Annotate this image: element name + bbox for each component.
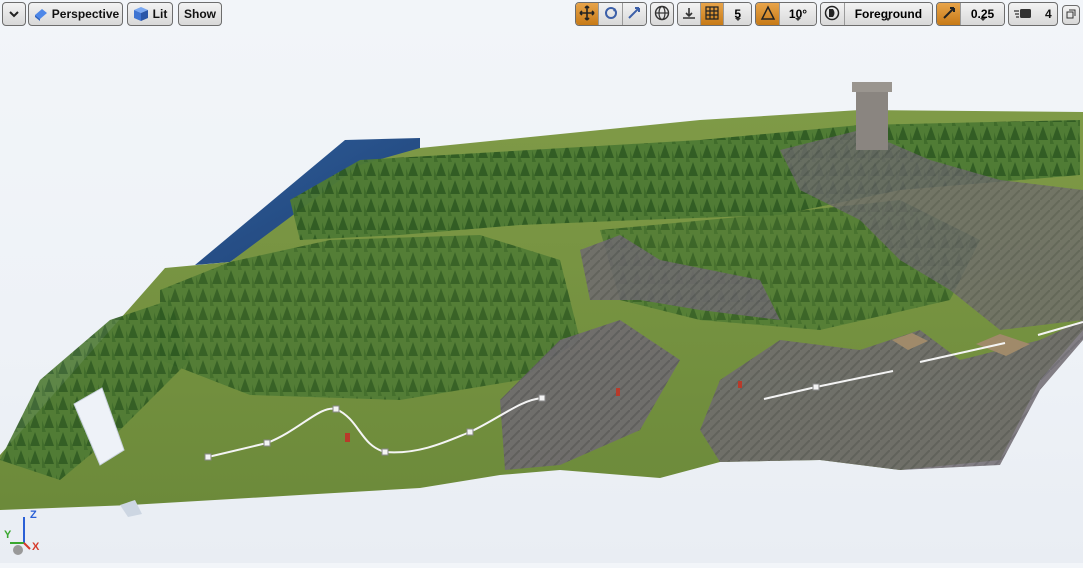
axis-z-label: Z — [30, 509, 37, 521]
perspective-button[interactable]: Perspective — [28, 2, 123, 26]
move-arrows-icon — [579, 4, 595, 24]
show-label: Show — [184, 7, 216, 21]
viewport-options-button[interactable] — [2, 2, 26, 26]
scale-snap-value[interactable]: 0.25 — [961, 3, 1004, 25]
scale-snap-group: 0.25 — [936, 2, 1005, 26]
actor-marker[interactable] — [738, 381, 742, 388]
scale-snap-icon — [941, 5, 957, 24]
globe-icon — [654, 5, 670, 24]
perspective-cube-icon — [32, 6, 48, 22]
maximize-icon — [1066, 8, 1076, 22]
perspective-label: Perspective — [51, 7, 120, 21]
actor-marker[interactable] — [345, 433, 350, 442]
rotation-snap-value[interactable]: 10° — [780, 3, 816, 25]
surface-snap-icon — [681, 5, 697, 24]
camera-speed-button[interactable]: 4 — [1008, 2, 1058, 26]
actor-marker[interactable] — [616, 388, 620, 396]
scale-tool-button[interactable] — [622, 3, 646, 25]
transform-tools — [575, 2, 647, 26]
maximize-viewport-button[interactable] — [1062, 5, 1080, 25]
rotation-snap-toggle[interactable] — [756, 3, 780, 25]
translate-tool-button[interactable] — [576, 3, 600, 25]
lit-cube-icon — [133, 6, 149, 22]
axis-y-label: Y — [4, 529, 12, 541]
grid-snap-group: 5 — [677, 2, 752, 26]
layer-d-icon — [824, 5, 840, 24]
show-button[interactable]: Show — [178, 2, 222, 26]
axis-x-label: X — [32, 541, 40, 553]
camera-layer-group: Foreground — [820, 2, 933, 26]
chevron-down-icon — [9, 7, 19, 21]
rotation-snap-group: 10° — [755, 2, 817, 26]
level-viewport[interactable]: Z Y X — [0, 0, 1083, 563]
axis-gizmo: Z Y X — [4, 507, 44, 557]
grid-snap-toggle[interactable] — [701, 3, 725, 25]
lit-button[interactable]: Lit — [127, 2, 173, 26]
grid-icon — [705, 5, 719, 23]
camera-speed-value: 4 — [1044, 7, 1052, 21]
surface-snap-button[interactable] — [678, 3, 702, 25]
grid-snap-value[interactable]: 5 — [724, 3, 751, 25]
scale-snap-toggle[interactable] — [937, 3, 961, 25]
world-local-toggle[interactable] — [650, 2, 674, 26]
rotate-tool-button[interactable] — [599, 3, 623, 25]
landscape-scene[interactable] — [0, 0, 1083, 563]
angle-icon — [760, 4, 776, 24]
camera-layer-dropdown[interactable]: Foreground — [844, 3, 932, 25]
viewport-toolbar: Perspective Lit Show 5 10° Foreground 0.… — [0, 2, 1083, 28]
camera-speed-icon — [1014, 6, 1034, 23]
rotate-icon — [603, 5, 619, 24]
scale-arrow-icon — [626, 5, 642, 24]
tower[interactable] — [856, 86, 888, 150]
lit-label: Lit — [152, 7, 168, 21]
camera-layer-toggle[interactable] — [821, 3, 845, 25]
